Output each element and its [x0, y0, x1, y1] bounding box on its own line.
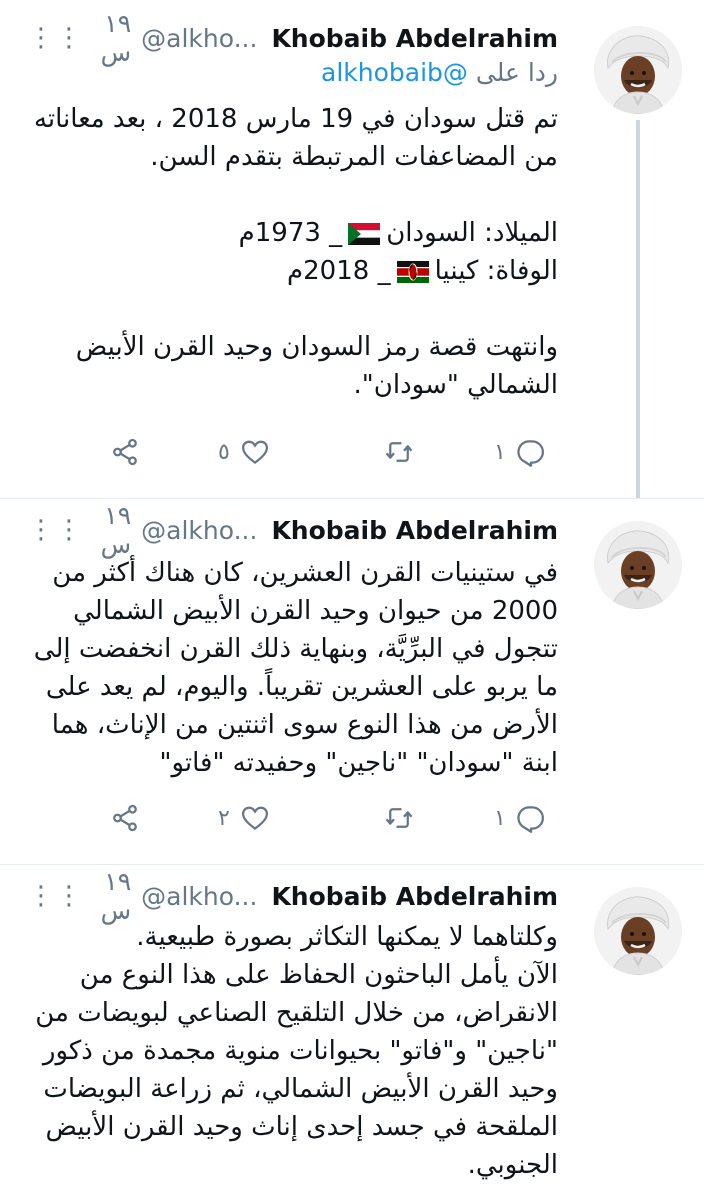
reply-count: ١: [494, 439, 506, 465]
text-line: الانقراض، من خلال التلقيح الصناعي لبويضا…: [35, 998, 558, 1028]
replying-to: ردا على @alkhobaib: [321, 58, 558, 87]
more-dots-icon[interactable]: ⋮⋮: [28, 881, 82, 911]
retweet-icon: [384, 803, 414, 833]
user-name[interactable]: Khobaib Abdelrahim: [271, 516, 558, 545]
text-line: ما يربو على العشرين تقريباً. واليوم، لم …: [45, 672, 558, 702]
text-line: الجنوبي.: [467, 1150, 558, 1180]
text-line: ابنة "سودان" "ناجين" وحفيدته "فاتو": [159, 748, 558, 778]
tweet-text: في ستينيات القرن العشرين، كان هناك أكثر …: [30, 554, 558, 782]
avatar[interactable]: [594, 521, 682, 609]
text-line: الشمالي "سودان".: [353, 370, 558, 400]
share-button[interactable]: [110, 800, 140, 836]
reply-button[interactable]: ١: [494, 434, 546, 470]
tweet-time[interactable]: ١٩ س: [82, 9, 132, 67]
sudan-flag-icon: [348, 223, 380, 245]
action-bar: ٥ ١: [110, 434, 560, 470]
user-name[interactable]: Khobaib Abdelrahim: [271, 882, 558, 911]
heart-icon: [240, 437, 270, 467]
retweet-icon: [384, 437, 414, 467]
text-line: وكلتاهما لا يمكنها التكاثر بصورة طبيعية.: [136, 922, 558, 952]
birth-label: الميلاد: السودان: [386, 218, 558, 248]
birth-year: _ 1973م: [238, 218, 343, 248]
share-icon: [110, 437, 140, 467]
tweet-header: ⋮⋮ ١٩ س @alkho... Khobaib Abdelrahim: [28, 867, 558, 925]
text-line: الأرض من هذا النوع سوى اثنتين من الإناث،…: [51, 710, 558, 740]
heart-icon: [240, 803, 270, 833]
text-line: وانتهت قصة رمز السودان وحيد القرن الأبيض: [75, 332, 558, 362]
share-icon: [110, 803, 140, 833]
user-name[interactable]: Khobaib Abdelrahim: [271, 24, 558, 53]
thread-line: [636, 120, 640, 498]
like-button[interactable]: ٥: [218, 434, 270, 470]
retweet-button[interactable]: [384, 800, 414, 836]
reply-count: ١: [494, 805, 506, 831]
text-line: "ناجين" و"فاتو" بحيوانات منوية مجمدة من …: [42, 1036, 558, 1066]
reply-handle-link[interactable]: @alkhobaib: [321, 58, 468, 87]
tweet-header: ⋮⋮ ١٩ س @alkho... Khobaib Abdelrahim: [28, 9, 558, 67]
reply-button[interactable]: ١: [494, 800, 546, 836]
user-handle[interactable]: @alkho...: [141, 24, 257, 53]
tweet-time[interactable]: ١٩ س: [82, 867, 132, 925]
reply-icon: [516, 803, 546, 833]
avatar[interactable]: [594, 26, 682, 114]
reply-prefix: ردا على: [475, 58, 558, 87]
like-count: ٥: [218, 439, 230, 465]
tweet-text: وكلتاهما لا يمكنها التكاثر بصورة طبيعية.…: [30, 918, 558, 1184]
share-button[interactable]: [110, 434, 140, 470]
like-button[interactable]: ٢: [218, 800, 270, 836]
text-line: 2000 من حيوان وحيد القرن الأبيض الشمالي: [73, 596, 558, 626]
tweet-header: ⋮⋮ ١٩ س @alkho... Khobaib Abdelrahim: [28, 501, 558, 559]
reply-icon: [516, 437, 546, 467]
more-dots-icon[interactable]: ⋮⋮: [28, 515, 82, 545]
text-line: الوفاة: كينيا _ 2018م: [30, 252, 558, 290]
avatar[interactable]: [594, 887, 682, 975]
more-dots-icon[interactable]: ⋮⋮: [28, 23, 82, 53]
action-bar: ٢ ١: [110, 800, 560, 836]
text-line: تم قتل سودان في 19 مارس 2018 ، بعد معانا…: [33, 104, 558, 134]
retweet-button[interactable]: [384, 434, 414, 470]
kenya-flag-icon: [397, 261, 429, 283]
text-line: من المضاعفات المرتبطة بتقدم السن.: [150, 142, 558, 172]
tweet-1[interactable]: ⋮⋮ ١٩ س @alkho... Khobaib Abdelrahim ردا…: [0, 0, 704, 498]
text-line: الملقحة في جسد إحدى إناث وحيد القرن الأب…: [45, 1112, 558, 1142]
text-line: الآن يأمل الباحثون الحفاظ على هذا النوع …: [79, 960, 558, 990]
tweet-text: تم قتل سودان في 19 مارس 2018 ، بعد معانا…: [30, 100, 558, 404]
text-line: في ستينيات القرن العشرين، كان هناك أكثر …: [52, 558, 558, 588]
text-line: الميلاد: السودان _ 1973م: [30, 214, 558, 252]
user-handle[interactable]: @alkho...: [141, 516, 257, 545]
death-year: _ 2018م: [287, 256, 391, 286]
text-line: وحيد القرن الأبيض الشمالي، ثم زراعة البو…: [43, 1074, 558, 1104]
tweet-time[interactable]: ١٩ س: [82, 501, 132, 559]
death-label: الوفاة: كينيا: [434, 256, 558, 286]
like-count: ٢: [218, 805, 230, 831]
user-handle[interactable]: @alkho...: [141, 882, 257, 911]
text-line: تتجول في البرِّيَّة، وبنهاية ذلك القرن ا…: [33, 634, 558, 664]
